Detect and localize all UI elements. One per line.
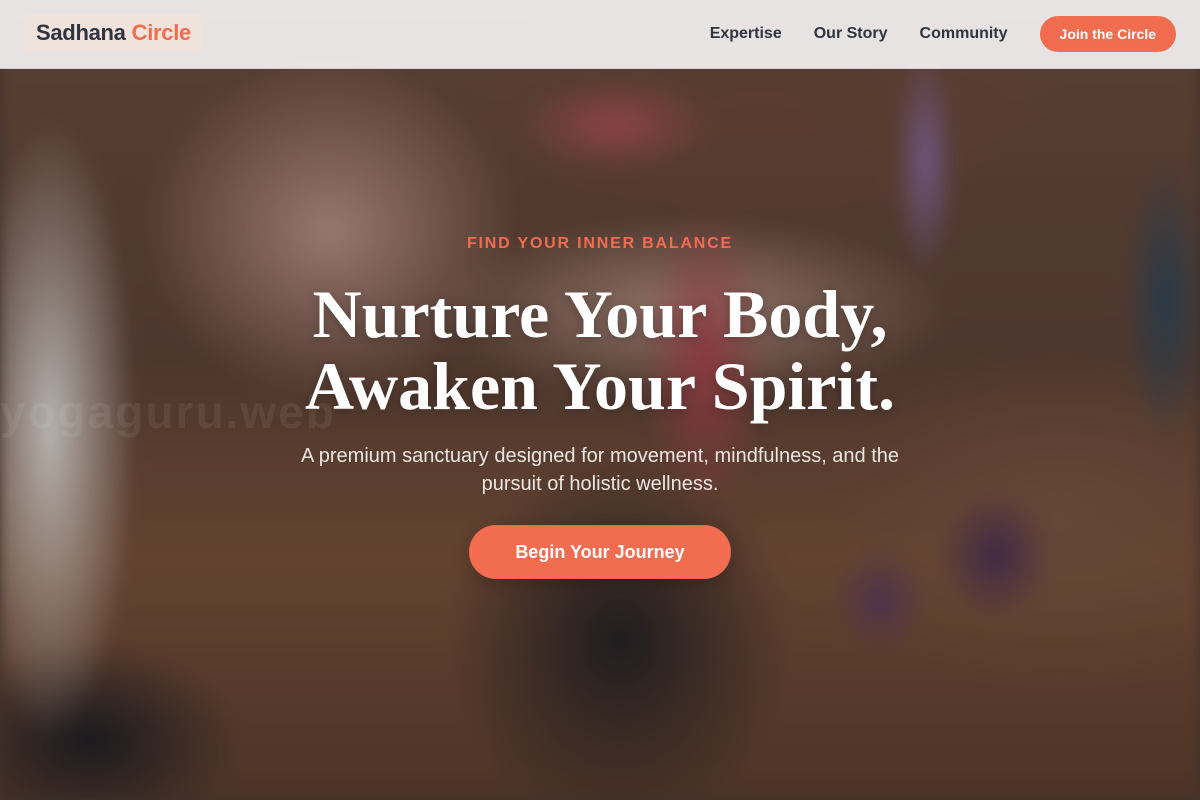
begin-your-journey-button[interactable]: Begin Your Journey <box>469 525 731 579</box>
nav-link-expertise[interactable]: Expertise <box>710 25 782 43</box>
hero-title-line-2: Awaken Your Spirit. <box>304 348 896 424</box>
brand-name-accent: Circle <box>131 20 192 45</box>
hero-content: FIND YOUR INNER BALANCE Nurture Your Bod… <box>0 0 1200 800</box>
join-the-circle-button[interactable]: Join the Circle <box>1039 16 1176 52</box>
hero-subtitle: A premium sanctuary designed for movemen… <box>300 445 900 495</box>
hero-title: Nurture Your Body, Awaken Your Spirit. <box>0 278 1200 422</box>
main-nav: Expertise Our Story Community Join the C… <box>710 0 1176 68</box>
site-header: Sadhana Circle Expertise Our Story Commu… <box>0 0 1200 69</box>
nav-link-community[interactable]: Community <box>920 25 1008 43</box>
hero-section: Sadhana Circle Expertise Our Story Commu… <box>0 0 1200 800</box>
hero-eyebrow: FIND YOUR INNER BALANCE <box>466 235 733 252</box>
brand-name-primary: Sadhana <box>36 20 126 45</box>
brand-logo[interactable]: Sadhana Circle <box>24 15 203 51</box>
hero-title-line-1: Nurture Your Body, <box>312 276 888 352</box>
nav-link-our-story[interactable]: Our Story <box>814 25 888 43</box>
